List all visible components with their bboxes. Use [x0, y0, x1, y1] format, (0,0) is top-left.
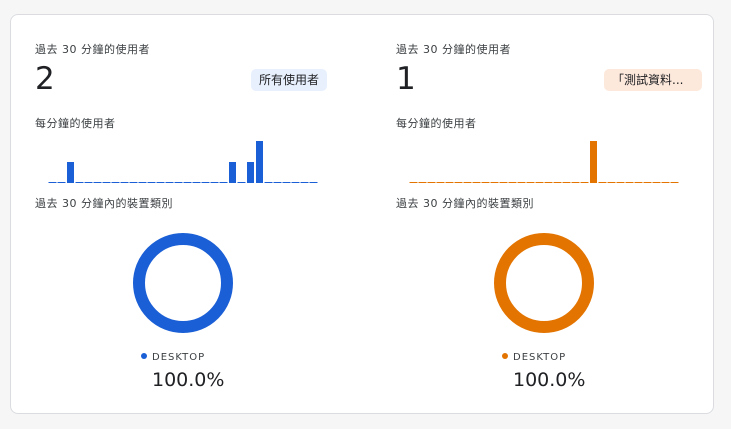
bar-minute-28[interactable]	[291, 182, 300, 183]
legend-label: DESKTOP	[152, 352, 206, 363]
bar-minute-11[interactable]	[499, 182, 508, 183]
bar-minute-17[interactable]	[553, 182, 562, 183]
device-legend: DESKTOP	[502, 352, 566, 363]
device-donut-chart[interactable]	[133, 233, 233, 333]
bar-minute-16[interactable]	[544, 182, 553, 183]
bar-minute-3[interactable]	[67, 162, 74, 183]
panel-all-users: 過去 30 分鐘的使用者 2 所有使用者 每分鐘的使用者 過去 30 分鐘內的裝…	[35, 15, 365, 415]
bar-minute-27[interactable]	[282, 182, 291, 183]
bar-minute-30[interactable]	[309, 182, 318, 183]
bar-minute-15[interactable]	[535, 182, 544, 183]
bar-minute-26[interactable]	[273, 182, 282, 183]
bar-minute-9[interactable]	[120, 182, 129, 183]
device-category-label: 過去 30 分鐘內的裝置類別	[35, 197, 173, 210]
bar-minute-18[interactable]	[201, 182, 210, 183]
bar-minute-23[interactable]	[607, 182, 616, 183]
device-category-label: 過去 30 分鐘內的裝置類別	[396, 197, 534, 210]
bar-minute-19[interactable]	[210, 182, 219, 183]
users-per-minute-label: 每分鐘的使用者	[396, 117, 477, 130]
bar-minute-5[interactable]	[84, 182, 93, 183]
bar-minute-22[interactable]	[237, 182, 246, 183]
bar-minute-22[interactable]	[598, 182, 607, 183]
bar-minute-26[interactable]	[634, 182, 643, 183]
bar-minute-27[interactable]	[643, 182, 652, 183]
bar-minute-6[interactable]	[93, 182, 102, 183]
bar-minute-10[interactable]	[129, 182, 138, 183]
bar-minute-12[interactable]	[508, 182, 517, 183]
bar-minute-1[interactable]	[409, 182, 418, 183]
bar-minute-17[interactable]	[192, 182, 201, 183]
donut-slice-desktop[interactable]	[494, 233, 594, 333]
users-30min-count: 2	[35, 61, 55, 97]
bar-minute-16[interactable]	[183, 182, 192, 183]
legend-dot	[502, 353, 508, 359]
device-percent: 100.0%	[513, 369, 586, 391]
legend-label: DESKTOP	[513, 352, 567, 363]
bar-minute-30[interactable]	[670, 182, 679, 183]
users-30min-count: 1	[396, 61, 416, 97]
panel-test-data: 過去 30 分鐘的使用者 1 「測試資料... 每分鐘的使用者 過去 30 分鐘…	[396, 15, 726, 415]
bar-minute-12[interactable]	[147, 182, 156, 183]
users-per-minute-chart[interactable]	[409, 137, 679, 183]
device-legend: DESKTOP	[141, 352, 205, 363]
users-per-minute-label: 每分鐘的使用者	[35, 117, 116, 130]
bar-minute-8[interactable]	[111, 182, 120, 183]
segment-chip[interactable]: 所有使用者	[251, 69, 328, 91]
donut-slice-desktop[interactable]	[133, 233, 233, 333]
bar-minute-20[interactable]	[580, 182, 589, 183]
legend-dot	[141, 353, 147, 359]
bar-minute-4[interactable]	[75, 182, 84, 183]
bar-minute-5[interactable]	[445, 182, 454, 183]
bar-minute-29[interactable]	[300, 182, 309, 183]
bar-minute-3[interactable]	[427, 182, 436, 183]
bar-minute-7[interactable]	[102, 182, 111, 183]
bar-minute-10[interactable]	[490, 182, 499, 183]
bar-minute-24[interactable]	[256, 141, 263, 183]
bar-minute-13[interactable]	[517, 182, 526, 183]
bar-minute-14[interactable]	[526, 182, 535, 183]
bar-minute-7[interactable]	[463, 182, 472, 183]
bar-minute-11[interactable]	[138, 182, 147, 183]
device-percent: 100.0%	[152, 369, 225, 391]
bar-minute-1[interactable]	[48, 182, 57, 183]
segment-chip[interactable]: 「測試資料...	[604, 69, 702, 91]
bar-minute-13[interactable]	[156, 182, 165, 183]
realtime-card: 過去 30 分鐘的使用者 2 所有使用者 每分鐘的使用者 過去 30 分鐘內的裝…	[10, 14, 714, 414]
bar-minute-2[interactable]	[418, 182, 427, 183]
bar-minute-28[interactable]	[652, 182, 661, 183]
bar-minute-15[interactable]	[174, 182, 183, 183]
bar-minute-2[interactable]	[57, 182, 66, 183]
bar-minute-25[interactable]	[625, 182, 634, 183]
bar-minute-29[interactable]	[661, 182, 670, 183]
bar-minute-24[interactable]	[616, 182, 625, 183]
users-30min-label: 過去 30 分鐘的使用者	[35, 43, 150, 56]
bar-minute-18[interactable]	[562, 182, 571, 183]
bar-minute-4[interactable]	[436, 182, 445, 183]
bar-minute-21[interactable]	[229, 162, 236, 183]
bar-minute-9[interactable]	[481, 182, 490, 183]
device-donut-chart[interactable]	[494, 233, 594, 333]
bar-minute-8[interactable]	[472, 182, 481, 183]
users-30min-label: 過去 30 分鐘的使用者	[396, 43, 511, 56]
bar-minute-20[interactable]	[219, 182, 228, 183]
bar-minute-6[interactable]	[454, 182, 463, 183]
bar-minute-23[interactable]	[247, 162, 254, 183]
users-per-minute-chart[interactable]	[48, 137, 318, 183]
bar-minute-14[interactable]	[165, 182, 174, 183]
bar-minute-25[interactable]	[264, 182, 273, 183]
bar-minute-19[interactable]	[571, 182, 580, 183]
bar-minute-21[interactable]	[590, 141, 597, 183]
